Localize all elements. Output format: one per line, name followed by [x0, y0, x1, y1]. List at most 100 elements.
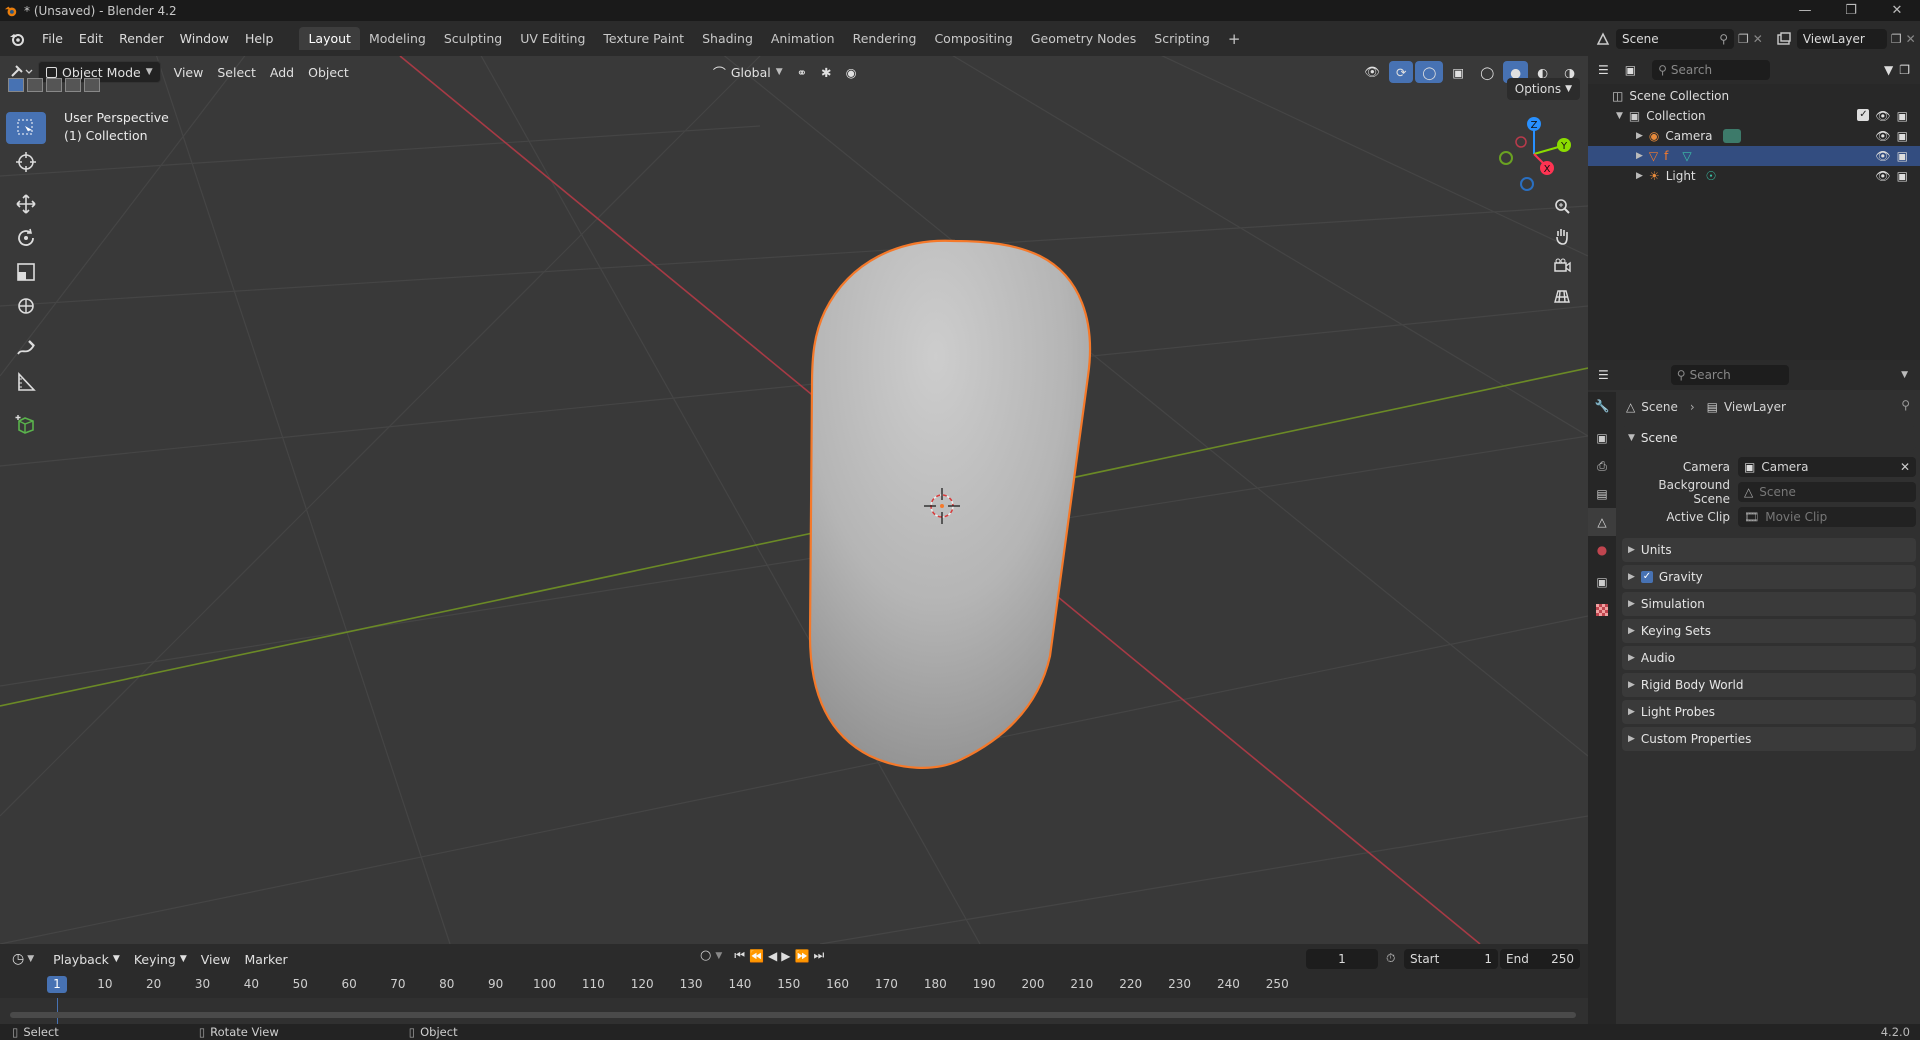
- capsule-object[interactable]: [808, 239, 1092, 769]
- display-mode-icon[interactable]: ▣: [1625, 63, 1636, 77]
- snap-icon[interactable]: ✱: [814, 61, 838, 83]
- gizmo-toggle-icon[interactable]: ⟳: [1388, 61, 1414, 83]
- view-layer-field[interactable]: ViewLayer: [1796, 28, 1887, 49]
- xray-toggle-icon[interactable]: ▣: [1445, 61, 1471, 83]
- select-subtract-icon[interactable]: [46, 78, 62, 92]
- camera-render-icon[interactable]: ▣: [1897, 149, 1908, 163]
- tab-compositing[interactable]: Compositing: [925, 27, 1021, 50]
- outliner-editor-type-icon[interactable]: ☰: [1598, 63, 1609, 77]
- play-reverse-icon[interactable]: ◀: [768, 949, 777, 963]
- start-frame-field[interactable]: Start 1: [1404, 949, 1498, 969]
- outliner-row-mesh[interactable]: ▶ ▽ f ▽ 👁 ▣: [1588, 146, 1920, 166]
- proportional-edit-icon[interactable]: ◉: [839, 61, 864, 83]
- camera-render-icon[interactable]: ▣: [1897, 129, 1908, 143]
- chevron-right-icon[interactable]: ▶: [1636, 151, 1643, 161]
- eye-icon[interactable]: 👁: [1875, 129, 1890, 143]
- chevron-right-icon[interactable]: ▶: [1636, 171, 1643, 181]
- select-box-tool[interactable]: [6, 112, 46, 144]
- play-icon[interactable]: ▶: [781, 949, 790, 963]
- tab-tool[interactable]: 🔧: [1588, 392, 1616, 420]
- tab-texture-paint[interactable]: Texture Paint: [594, 27, 693, 50]
- tab-collection[interactable]: ▣: [1588, 568, 1616, 596]
- measure-tool[interactable]: [6, 366, 46, 398]
- add-workspace-button[interactable]: +: [1219, 26, 1250, 52]
- scale-tool[interactable]: [6, 256, 46, 288]
- menu-window[interactable]: Window: [172, 31, 237, 46]
- stopwatch-icon[interactable]: ⏱: [1386, 951, 1395, 966]
- tab-layout[interactable]: Layout: [299, 27, 360, 50]
- outliner-row-scene-collection[interactable]: ◫ Scene Collection: [1588, 86, 1920, 106]
- exclude-checkbox[interactable]: ✓: [1857, 109, 1870, 121]
- pin-icon[interactable]: ⚲: [1719, 32, 1728, 46]
- 3d-viewport[interactable]: Object Mode ▼ View Select Add Object ⌒ G…: [0, 56, 1588, 944]
- timeline-editor-type-icon[interactable]: ◷: [12, 951, 24, 967]
- panel-gravity[interactable]: ▶ ✓ Gravity: [1622, 565, 1916, 589]
- chevron-right-icon[interactable]: ▶: [1636, 131, 1643, 141]
- camera-field[interactable]: ▣ Camera ✕: [1738, 457, 1916, 477]
- camera-view-button[interactable]: [1548, 252, 1576, 280]
- ortho-toggle-button[interactable]: [1548, 282, 1576, 310]
- tab-shading[interactable]: Shading: [693, 27, 762, 50]
- pan-view-button[interactable]: [1548, 222, 1576, 250]
- end-frame-field[interactable]: End 250: [1500, 949, 1580, 969]
- tab-animation[interactable]: Animation: [762, 27, 844, 50]
- new-collection-icon[interactable]: ❐: [1899, 63, 1910, 77]
- current-frame-indicator[interactable]: 1: [47, 976, 67, 993]
- panel-audio[interactable]: ▶ Audio: [1622, 646, 1916, 670]
- outliner-row-collection[interactable]: ▼ ▣ Collection ✓ 👁 ▣: [1588, 106, 1920, 126]
- new-view-layer-icon[interactable]: ❐: [1891, 32, 1902, 46]
- scene-field[interactable]: Scene ⚲: [1616, 28, 1734, 49]
- panel-keying-sets[interactable]: ▶ Keying Sets: [1622, 619, 1916, 643]
- tab-modeling[interactable]: Modeling: [360, 27, 435, 50]
- options-dropdown[interactable]: Options ▼: [1506, 78, 1580, 100]
- background-scene-field[interactable]: △ Scene: [1738, 482, 1916, 502]
- camera-data-icon[interactable]: [1722, 129, 1741, 143]
- clear-icon[interactable]: ✕: [1900, 460, 1910, 474]
- visibility-icon[interactable]: 👁: [1357, 61, 1387, 83]
- chevron-down-icon[interactable]: ▼: [1901, 370, 1908, 380]
- add-cube-tool[interactable]: [6, 408, 46, 440]
- pin-icon[interactable]: ⚲: [1901, 398, 1910, 412]
- timeline-menu-view[interactable]: View: [194, 948, 238, 970]
- tab-world[interactable]: ●: [1588, 536, 1616, 564]
- timeline-ruler[interactable]: 1 10 20 30 40 50 60 70 80 90 100 110 120 130 140 150 16…: [0, 974, 1588, 998]
- prev-keyframe-icon[interactable]: ⏪: [749, 949, 764, 963]
- delete-scene-icon[interactable]: ✕: [1753, 32, 1763, 46]
- menu-file[interactable]: File: [34, 31, 71, 46]
- menu-help[interactable]: Help: [237, 31, 282, 46]
- timeline-scrollbar[interactable]: [10, 1012, 1576, 1018]
- next-keyframe-icon[interactable]: ⏩: [795, 949, 810, 963]
- tab-view-layer[interactable]: ▤: [1588, 480, 1616, 508]
- camera-render-icon[interactable]: ▣: [1897, 169, 1908, 183]
- outliner-search-input[interactable]: ⚲ Search: [1652, 60, 1771, 80]
- auto-keying-icon[interactable]: ○: [700, 948, 711, 963]
- panel-light-probes[interactable]: ▶ Light Probes: [1622, 700, 1916, 724]
- panel-scene-header[interactable]: ▼ Scene: [1622, 426, 1916, 450]
- menu-render[interactable]: Render: [111, 31, 172, 46]
- eye-icon[interactable]: 👁: [1875, 169, 1890, 183]
- tab-uv-editing[interactable]: UV Editing: [511, 27, 594, 50]
- annotate-tool[interactable]: [6, 332, 46, 364]
- select-invert-icon[interactable]: [65, 78, 81, 92]
- timeline-menu-keying[interactable]: Keying ▼: [127, 948, 194, 970]
- panel-rigid-body-world[interactable]: ▶ Rigid Body World: [1622, 673, 1916, 697]
- panel-custom-properties[interactable]: ▶ Custom Properties: [1622, 727, 1916, 751]
- outliner-row-camera[interactable]: ▶ ◉ Camera 👁 ▣: [1588, 126, 1920, 146]
- cursor-tool[interactable]: [6, 146, 46, 178]
- menu-edit[interactable]: Edit: [71, 31, 111, 46]
- tab-sculpting[interactable]: Sculpting: [435, 27, 511, 50]
- current-frame-field[interactable]: 1: [1306, 949, 1378, 969]
- transform-orientation-dropdown[interactable]: ⌒ Global ▼: [706, 61, 790, 83]
- camera-render-icon[interactable]: ▣: [1897, 109, 1908, 123]
- transform-tool[interactable]: [6, 290, 46, 322]
- close-window-button[interactable]: ✕: [1874, 0, 1920, 21]
- panel-units[interactable]: ▶ Units: [1622, 538, 1916, 562]
- tab-output[interactable]: ⎙: [1588, 452, 1616, 480]
- outliner-row-light[interactable]: ▶ ☀ Light ☉ 👁 ▣: [1588, 166, 1920, 186]
- navigation-gizmo[interactable]: Z Y X: [1494, 114, 1576, 194]
- tab-geometry-nodes[interactable]: Geometry Nodes: [1022, 27, 1145, 50]
- minimize-button[interactable]: —: [1782, 0, 1828, 21]
- viewport-menu-select[interactable]: Select: [210, 61, 263, 83]
- tab-rendering[interactable]: Rendering: [844, 27, 926, 50]
- viewport-menu-add[interactable]: Add: [263, 61, 301, 83]
